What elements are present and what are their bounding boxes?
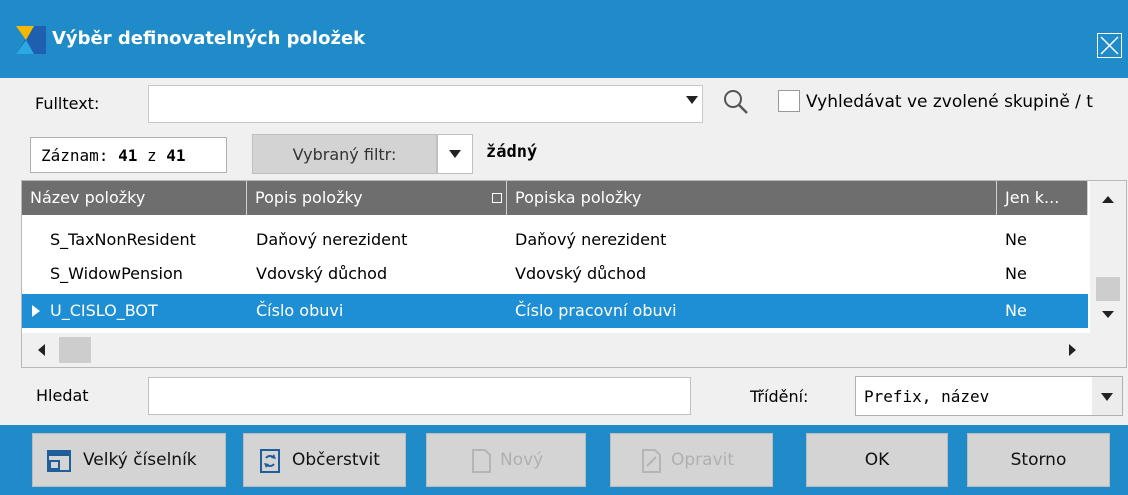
scroll-thumb[interactable] bbox=[59, 337, 91, 363]
edit-button[interactable]: Opravit bbox=[610, 433, 773, 487]
close-icon bbox=[1100, 36, 1119, 55]
edit-icon bbox=[642, 449, 661, 473]
scroll-right-icon[interactable] bbox=[1069, 344, 1076, 356]
column-filter-icon[interactable] bbox=[492, 193, 502, 203]
dialog-title: Výběr definovatelných položek bbox=[52, 28, 366, 49]
column-header-name[interactable]: Název položky bbox=[22, 181, 247, 215]
new-button[interactable]: Nový bbox=[426, 433, 586, 487]
filter-button[interactable]: Vybraný filtr: bbox=[252, 134, 437, 174]
column-header-only[interactable]: Jen k... bbox=[997, 181, 1088, 215]
column-header-label[interactable]: Popiska položky bbox=[507, 181, 997, 215]
horizontal-scrollbar[interactable] bbox=[22, 333, 1126, 367]
sort-select[interactable]: Prefix, název bbox=[855, 376, 1123, 416]
search-label: Hledat bbox=[36, 386, 89, 405]
table-row[interactable]: S_WidowPension Vdovský důchod Vdovský dů… bbox=[22, 257, 1088, 291]
dialog-window: Výběr definovatelných položek Fulltext: … bbox=[0, 0, 1128, 495]
scroll-thumb[interactable] bbox=[1096, 277, 1120, 301]
app-logo-icon bbox=[16, 26, 46, 54]
window-icon bbox=[47, 450, 71, 472]
chevron-down-icon[interactable] bbox=[686, 96, 698, 104]
button-toolbar: Velký číselník Občerstvit Nový Opravit O… bbox=[0, 425, 1128, 495]
column-header-desc[interactable]: Popis položky bbox=[247, 181, 507, 215]
sort-value: Prefix, název bbox=[864, 387, 990, 406]
search-icon[interactable] bbox=[722, 88, 750, 116]
title-bar: Výběr definovatelných položek bbox=[0, 0, 1128, 78]
refresh-icon bbox=[260, 449, 280, 473]
sort-label: Třídění: bbox=[750, 387, 809, 406]
chevron-down-icon bbox=[449, 150, 461, 158]
search-in-group-checkbox[interactable] bbox=[778, 90, 800, 112]
record-label: Záznam: bbox=[41, 146, 109, 165]
table-row[interactable]: S_TaxNonResident Daňový nerezident Daňov… bbox=[22, 223, 1088, 257]
cancel-button[interactable]: Storno bbox=[967, 433, 1110, 487]
search-in-group-label: Vyhledávat ve zvolené skupině / t bbox=[806, 92, 1093, 112]
fulltext-input[interactable] bbox=[148, 85, 703, 123]
items-grid[interactable]: Název položky Popis položky Popiska polo… bbox=[21, 180, 1127, 368]
record-sep: z bbox=[146, 146, 157, 165]
filter-dropdown[interactable] bbox=[437, 134, 473, 174]
scroll-left-icon[interactable] bbox=[38, 344, 45, 356]
grid-header: Název položky Popis položky Popiska polo… bbox=[22, 181, 1088, 215]
search-input[interactable] bbox=[148, 377, 691, 415]
record-current: 41 bbox=[118, 146, 138, 165]
refresh-button[interactable]: Občerstvit bbox=[243, 433, 406, 487]
record-counter: Záznam: 41 z 41 bbox=[30, 137, 227, 173]
scroll-up-icon[interactable] bbox=[1102, 196, 1114, 203]
table-row-selected[interactable]: U_CISLO_BOT Číslo obuvi Číslo pracovní o… bbox=[22, 294, 1088, 328]
ok-button[interactable]: OK bbox=[806, 433, 948, 487]
record-total: 41 bbox=[166, 146, 186, 165]
scroll-down-icon[interactable] bbox=[1102, 311, 1114, 318]
filter-value: žádný bbox=[486, 142, 538, 162]
vertical-scrollbar[interactable] bbox=[1090, 181, 1126, 333]
close-button[interactable] bbox=[1097, 33, 1122, 58]
big-list-button[interactable]: Velký číselník bbox=[32, 433, 226, 487]
row-pointer-icon bbox=[32, 305, 40, 317]
chevron-down-icon bbox=[1101, 393, 1113, 401]
fulltext-label: Fulltext: bbox=[35, 94, 100, 113]
new-document-icon bbox=[472, 449, 491, 473]
sort-dropdown-button[interactable] bbox=[1092, 377, 1122, 415]
